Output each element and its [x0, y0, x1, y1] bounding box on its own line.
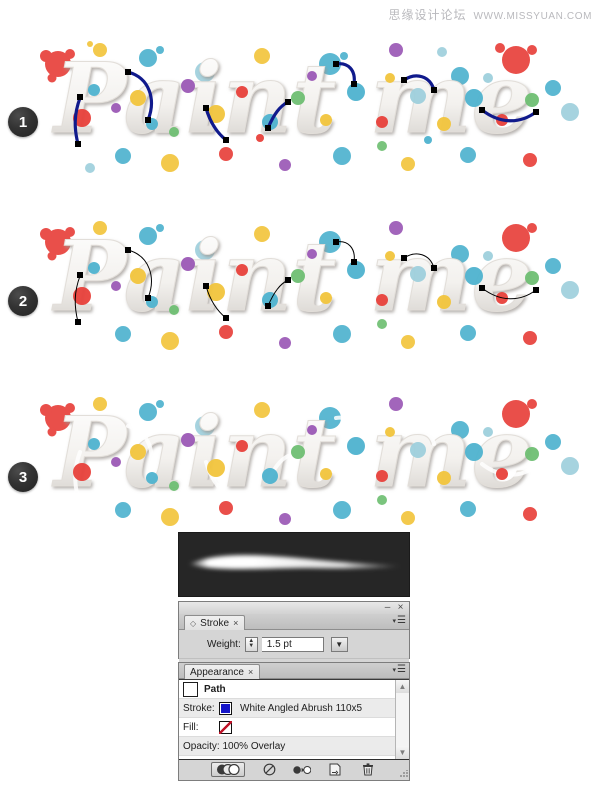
delete-selected-item-icon[interactable] [359, 762, 377, 777]
tab-close-icon[interactable]: × [248, 667, 253, 677]
menu-arrow-icon: ▾ [392, 617, 397, 625]
chevron-down-icon: ▼ [335, 639, 344, 649]
appearance-row-stroke[interactable]: Stroke: White Angled Abrush 110x5 [179, 699, 395, 718]
resize-grip-icon[interactable] [400, 770, 408, 778]
appearance-row-opacity[interactable]: Opacity: 100% Overlay [179, 737, 395, 756]
forum-name: 思缘设计论坛 [388, 8, 467, 22]
tab-appearance[interactable]: Appearance × [184, 664, 261, 679]
appearance-list[interactable]: Path Stroke: White Angled Abrush 110x5 F… [179, 679, 409, 759]
appearance-rows: Path Stroke: White Angled Abrush 110x5 F… [179, 680, 395, 759]
fill-none-swatch[interactable] [219, 720, 232, 734]
duplicate-selected-item-icon[interactable] [326, 762, 344, 777]
appearance-panel-menu-button[interactable]: ▾ ☰ [392, 664, 406, 675]
scroll-up-icon[interactable]: ▲ [396, 680, 409, 693]
close-icon[interactable]: × [395, 602, 406, 613]
new-art-basic-appearance-icon[interactable] [211, 762, 245, 777]
fill-row-label: Fill: [183, 721, 199, 733]
tab-stroke[interactable]: ◇ Stroke × [184, 615, 246, 630]
stroke-panel-tabstrip: ◇ Stroke × ▾ ☰ [179, 614, 409, 630]
stroke-panel-titlebar[interactable]: – × [179, 602, 409, 614]
stroke-row-label: Stroke: [183, 702, 215, 714]
appearance-panel[interactable]: Appearance × ▾ ☰ Path Stroke: White Angl… [178, 662, 410, 781]
tab-stroke-label: Stroke [200, 617, 230, 629]
appearance-panel-tabstrip: Appearance × ▾ ☰ [179, 663, 409, 679]
appearance-row-fill[interactable]: Fill: [179, 718, 395, 737]
artwork-step-2: Paint me [30, 206, 590, 366]
opacity-label: Opacity: 100% Overlay [183, 740, 286, 752]
appearance-row-path-label: Path [204, 683, 226, 695]
tab-close-icon[interactable]: × [233, 618, 238, 628]
artwork-step-3: Paint me [30, 382, 590, 542]
appearance-panel-footer [179, 759, 409, 779]
artwork-step-1: Paint me [30, 28, 590, 188]
stroke-weight-row: Weight: ▲ ▼ 1.5 pt ▼ [179, 630, 409, 658]
tab-grip-icon: ◇ [190, 618, 197, 628]
reduce-to-basic-appearance-icon[interactable] [293, 762, 311, 777]
stroke-panel[interactable]: – × ◇ Stroke × ▾ ☰ Weight: ▲ ▼ 1.5 pt ▼ [178, 601, 410, 668]
brush-stroke-preview [178, 532, 410, 597]
menu-arrow-icon: ▾ [392, 666, 397, 674]
scroll-track[interactable] [396, 693, 409, 746]
clear-appearance-icon[interactable] [260, 762, 278, 777]
stroke-panel-menu-button[interactable]: ▾ ☰ [392, 615, 406, 626]
menu-lines-icon: ☰ [397, 664, 406, 675]
stepper-down-icon[interactable]: ▼ [248, 643, 254, 649]
forum-url: WWW.MISSYUAN.COM [473, 11, 592, 22]
appearance-row-path[interactable]: Path [179, 680, 395, 699]
menu-lines-icon: ☰ [397, 615, 406, 626]
stroke-brush-name: White Angled Abrush 110x5 [240, 702, 363, 714]
scroll-down-icon[interactable]: ▼ [396, 746, 409, 759]
appearance-scrollbar[interactable]: ▲ ▼ [395, 680, 409, 759]
site-watermark: 思缘设计论坛 WWW.MISSYUAN.COM [389, 6, 593, 23]
weight-label: Weight: [207, 638, 241, 650]
weight-dropdown-button[interactable]: ▼ [330, 636, 348, 652]
minimize-icon[interactable]: – [382, 602, 393, 613]
weight-stepper[interactable]: ▲ ▼ [244, 636, 258, 652]
stroke-color-swatch[interactable] [219, 701, 232, 715]
path-thumbnail-icon [183, 681, 198, 697]
tab-appearance-label: Appearance [190, 666, 244, 678]
weight-input[interactable]: 1.5 pt [261, 636, 324, 652]
